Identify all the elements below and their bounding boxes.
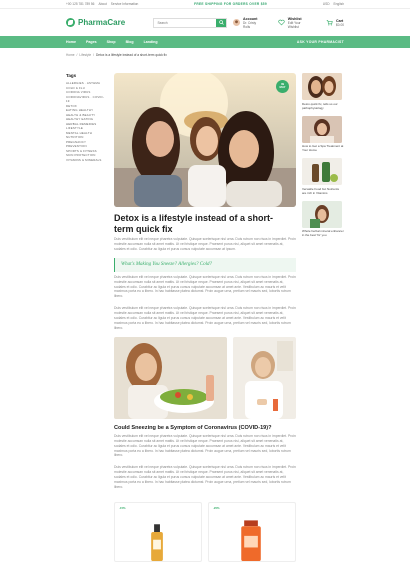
nav-home[interactable]: Home [66, 40, 76, 44]
product-cards: -15% -20% [114, 501, 296, 562]
article-paragraph: Duis vestibulum elit vel neque pharetra … [114, 433, 296, 458]
product-card[interactable]: -15% [114, 501, 202, 562]
salad-image [114, 336, 227, 419]
article-title: Detox is a lifestyle instead of a short-… [114, 213, 274, 234]
language-select[interactable]: English [334, 2, 344, 6]
article-paragraph: Duis vestibulum elit vel neque pharetra … [114, 274, 296, 299]
breadcrumb-home[interactable]: Home [66, 53, 75, 57]
recent-post[interactable]: Detox quick fix, tells us our pathophysi… [302, 73, 344, 110]
search-bar [153, 17, 228, 28]
breadcrumb-separator: / [76, 52, 78, 57]
post-title[interactable]: How to Get a Spa Treatment at Your Home [302, 144, 344, 152]
hero-image: 09 MAY [114, 73, 296, 207]
article-paragraph: Duis vestibulum elit vel neque pharetra … [114, 465, 296, 489]
discount-badge: -15% [119, 505, 126, 510]
account-link[interactable]: Account Dr. Cristy Rolls [233, 17, 264, 29]
tag-link[interactable]: CORONAVIRUS · COVID-19 [66, 95, 106, 104]
ask-pharmacist-link[interactable]: ASK YOUR PHARMACIST [297, 40, 344, 44]
breadcrumb-separator: / [93, 52, 94, 57]
cart-total: $0.00 [336, 22, 344, 27]
cart-link[interactable]: Cart $0.00 [326, 19, 344, 27]
date-badge: 09 MAY [276, 80, 289, 93]
post-thumbnail [302, 115, 342, 143]
post-thumbnail [302, 158, 342, 185]
tag-link[interactable]: ALLERGIES · ASTHMA [66, 81, 106, 86]
article: 09 MAY Detox is a lifestyle instead of a … [114, 73, 296, 562]
tag-link[interactable]: VITAMINS & MINERALS [66, 158, 106, 163]
avatar [233, 19, 241, 26]
tags-sidebar: Tags ALLERGIES · ASTHMA COLD & FLU CORON… [66, 70, 106, 162]
post-title[interactable]: Versatile Food but Nutrients are rich in… [302, 187, 344, 195]
breadcrumb-section[interactable]: Lifestyle [79, 53, 91, 57]
logo-leaf-icon [66, 18, 75, 27]
heart-icon [278, 19, 285, 26]
wishlist-link[interactable]: Wishlist Edit Your Wishlist [278, 17, 312, 29]
nav-shop[interactable]: Shop [107, 40, 116, 44]
cart-title: Cart [336, 18, 344, 23]
about-link[interactable]: About [98, 2, 106, 6]
service-info-link[interactable]: Service Information [111, 2, 138, 6]
phone-number[interactable]: +00 125 781 789 56 [66, 2, 94, 6]
nav-pages[interactable]: Pages [86, 40, 97, 44]
post-thumbnail [302, 73, 342, 100]
account-name: Dr. Cristy Rolls [243, 20, 257, 29]
image-row [114, 336, 296, 419]
article-paragraph: Duis vestibulum elit vel neque pharetra … [114, 306, 296, 330]
logo-text: PharmaCare [78, 18, 126, 27]
search-icon [218, 20, 224, 25]
search-input[interactable] [154, 18, 217, 27]
currency-select[interactable]: USD [323, 2, 330, 6]
section-heading: Could Sneezing be a Symptom of Coronavir… [114, 424, 272, 431]
recent-posts: Detox quick fix, tells us our pathophysi… [302, 73, 344, 243]
post-thumbnail [302, 200, 342, 228]
product-card[interactable]: -20% [208, 501, 296, 562]
search-button[interactable] [216, 18, 227, 27]
recent-post[interactable]: Versatile Food but Nutrients are rich in… [302, 158, 344, 195]
badge-month: MAY [279, 85, 286, 90]
wishlist-sub: Edit Your Wishlist [287, 20, 301, 29]
cart-icon [326, 19, 333, 26]
logo[interactable]: PharmaCare [66, 18, 145, 27]
recent-post[interactable]: Whole herbal mineral enhancer in the bes… [302, 200, 344, 237]
nav-blog[interactable]: Blog [126, 40, 134, 44]
post-title[interactable]: Whole herbal mineral enhancer in the bes… [302, 229, 344, 237]
post-title[interactable]: Detox quick fix, tells us our pathophysi… [302, 102, 344, 110]
site-header: PharmaCare AccountDr. Cristy Rolls Wishl… [0, 9, 410, 36]
recent-post[interactable]: How to Get a Spa Treatment at Your Home [302, 115, 344, 152]
top-bar: +00 125 781 789 56 About Service Informa… [0, 0, 410, 9]
main-nav: Home Pages Shop Blog Landing ASK YOUR PH… [0, 36, 410, 48]
nav-landing[interactable]: Landing [144, 40, 158, 44]
promo-banner: FREE SHIPPING FOR ORDERS OVER $59 [194, 2, 267, 6]
tags-title: Tags [66, 73, 77, 78]
blockquote: What's Making You Sneeze? Allergies? Col… [114, 257, 296, 272]
doctor-image [233, 336, 296, 419]
discount-badge: -20% [213, 505, 220, 510]
breadcrumb: Home / Lifestyle / Detox is a lifestyle … [0, 48, 410, 61]
breadcrumb-current: Detox is a lifestyle instead of a short-… [96, 52, 167, 57]
article-paragraph: Duis vestibulum elit vel neque pharetra … [114, 237, 296, 251]
